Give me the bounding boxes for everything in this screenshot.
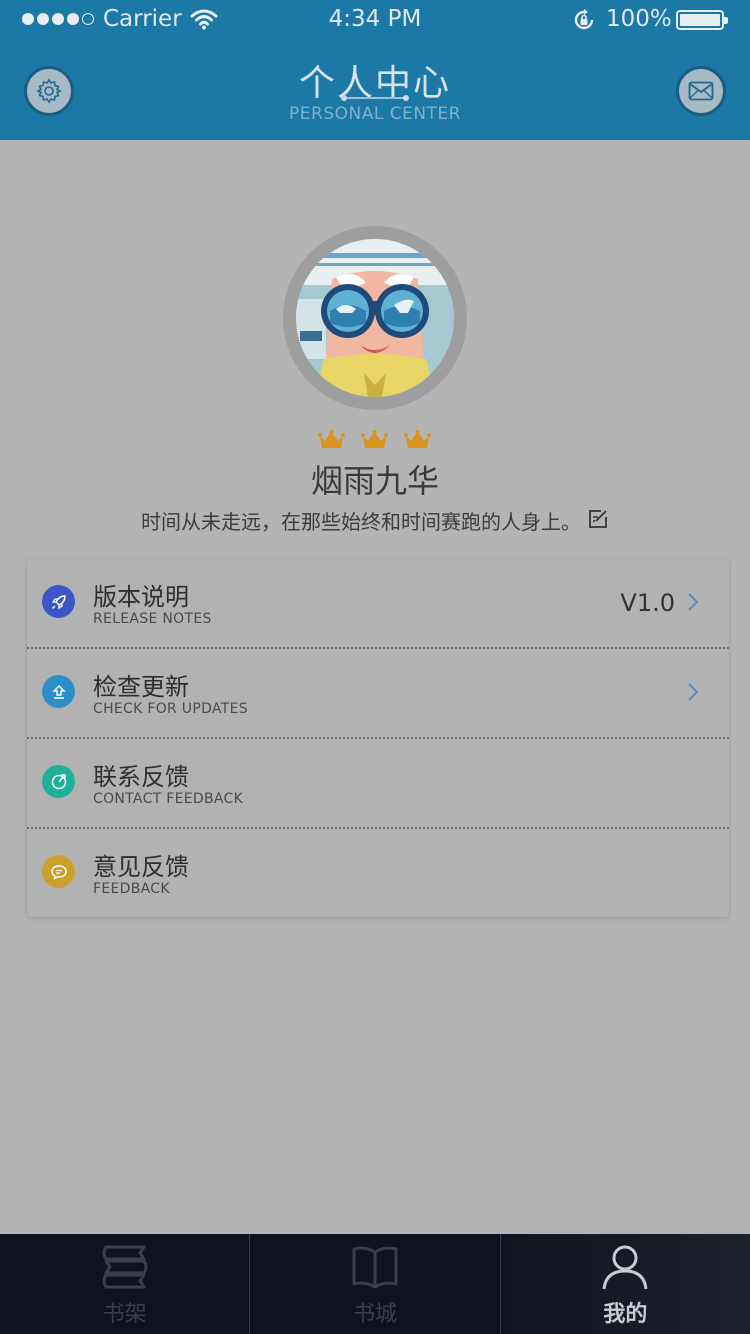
tab-label: 书架 bbox=[102, 1302, 147, 1327]
page-subtitle: PERSONAL CENTER bbox=[289, 104, 461, 124]
battery-percent: 100% bbox=[606, 6, 672, 32]
tab-label: 书城 bbox=[352, 1302, 397, 1327]
bookshelf-icon bbox=[100, 1244, 150, 1290]
chevron-right-icon bbox=[687, 591, 699, 617]
open-book-icon bbox=[351, 1244, 399, 1290]
crown-icon bbox=[361, 430, 388, 448]
top-bar: Carrier 4:34 PM 100% 个人中心 PERSONAL CENTE… bbox=[0, 0, 750, 140]
settings-menu: 版本说明 RELEASE NOTES V1.0 检查更新 CHECK FOR U… bbox=[27, 559, 729, 917]
rotation-lock-icon bbox=[572, 8, 596, 38]
title-divider bbox=[341, 95, 409, 101]
compass-icon bbox=[42, 765, 75, 798]
rocket-icon bbox=[42, 585, 75, 618]
menu-item-label: 版本说明 bbox=[93, 583, 189, 611]
chat-bubble-icon bbox=[42, 855, 75, 888]
menu-item-check-updates[interactable]: 检查更新 CHECK FOR UPDATES bbox=[27, 649, 729, 739]
upload-icon bbox=[42, 675, 75, 708]
menu-item-label: 联系反馈 bbox=[93, 763, 189, 791]
battery-icon bbox=[676, 10, 728, 30]
crown-icon bbox=[318, 430, 345, 448]
menu-item-label: 意见反馈 bbox=[93, 853, 189, 881]
menu-item-sublabel: CONTACT FEEDBACK bbox=[93, 791, 244, 807]
tab-label: 我的 bbox=[603, 1302, 648, 1327]
membership-crowns bbox=[318, 430, 431, 450]
crown-icon bbox=[404, 430, 431, 448]
edit-icon[interactable] bbox=[587, 508, 609, 534]
menu-item-sublabel: RELEASE NOTES bbox=[93, 611, 212, 627]
avatar[interactable] bbox=[296, 239, 454, 397]
motto-text: 时间从未走远，在那些始终和时间赛跑的人身上。 bbox=[141, 510, 581, 534]
tab-bar: 书架 书城 我的 bbox=[0, 1234, 750, 1334]
menu-item-sublabel: CHECK FOR UPDATES bbox=[93, 701, 248, 717]
menu-item-label: 检查更新 bbox=[93, 673, 189, 701]
menu-item-contact-feedback[interactable]: 联系反馈 CONTACT FEEDBACK bbox=[27, 739, 729, 829]
motto-row: 时间从未走远，在那些始终和时间赛跑的人身上。 bbox=[0, 506, 750, 535]
tab-bookstore[interactable]: 书城 bbox=[249, 1234, 499, 1334]
tab-bookshelf[interactable]: 书架 bbox=[0, 1234, 249, 1334]
chevron-right-icon bbox=[687, 681, 699, 707]
username: 烟雨九华 bbox=[310, 462, 439, 500]
version-value: V1.0 bbox=[620, 589, 675, 617]
envelope-icon bbox=[688, 81, 714, 101]
menu-item-sublabel: FEEDBACK bbox=[93, 881, 170, 897]
menu-item-feedback[interactable]: 意见反馈 FEEDBACK bbox=[27, 829, 729, 919]
messages-button[interactable] bbox=[676, 66, 726, 116]
status-bar: Carrier 4:34 PM 100% bbox=[0, 0, 750, 40]
user-icon bbox=[601, 1244, 649, 1290]
tab-mine[interactable]: 我的 bbox=[499, 1234, 750, 1334]
menu-item-release-notes[interactable]: 版本说明 RELEASE NOTES V1.0 bbox=[27, 559, 729, 649]
